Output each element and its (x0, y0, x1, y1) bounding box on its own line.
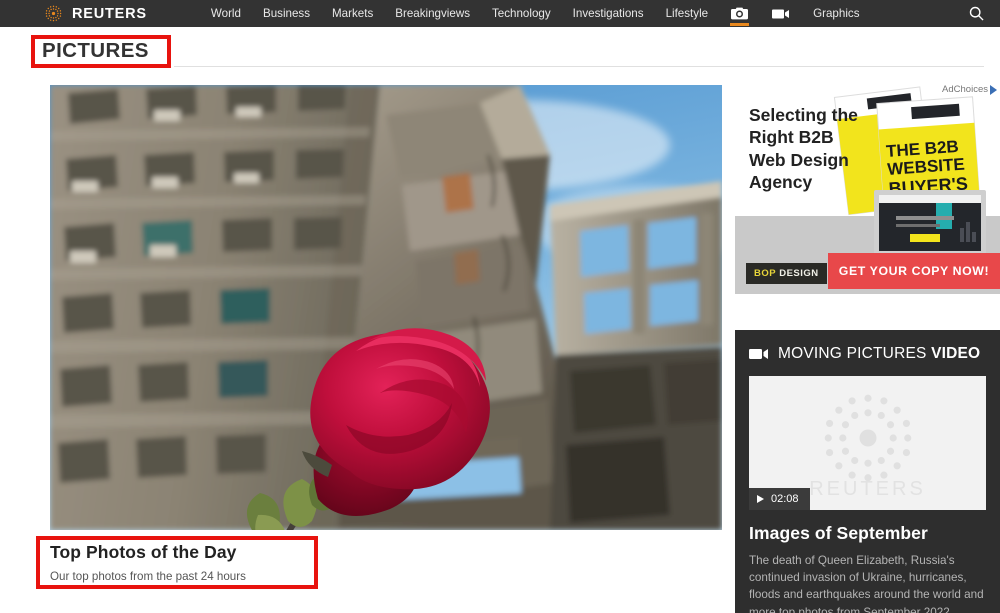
ad-brand-design: DESIGN (779, 268, 819, 279)
ad-brand-bop: BOP (754, 268, 777, 279)
video-section-header: MOVING PICTURES VIDEO (749, 342, 986, 366)
video-duration-badge: 02:08 (749, 488, 810, 510)
nav-label: Lifestyle (665, 7, 709, 20)
page-title: PICTURES (42, 39, 149, 62)
right-rail: AdChoices Selecting the Right B2B Web De… (735, 82, 1000, 613)
search-icon (969, 6, 984, 21)
ad-cta-button[interactable]: GET YOUR COPY NOW! (828, 253, 1000, 289)
video-title[interactable]: Images of September (749, 523, 986, 544)
main-nav-links: World Business Markets Breakingviews Tec… (200, 0, 871, 27)
hero-photo-image (50, 85, 722, 530)
play-icon (757, 495, 764, 503)
nav-label: World (210, 7, 241, 20)
ad-advertiser-logo: BOP DESIGN (746, 263, 827, 284)
moving-pictures-video-card: MOVING PICTURES VIDEO REUTERS 02:08 Imag… (735, 330, 1000, 613)
nav-item-technology[interactable]: Technology (481, 0, 562, 27)
title-divider (174, 66, 984, 67)
nav-item-lifestyle[interactable]: Lifestyle (655, 0, 720, 27)
adchoices-label: AdChoices (942, 84, 988, 95)
video-camera-icon (749, 349, 768, 359)
nav-item-video[interactable] (760, 0, 802, 27)
nav-label: Graphics (813, 7, 860, 20)
adchoices-button[interactable]: AdChoices (942, 84, 997, 95)
video-duration-label: 02:08 (771, 493, 799, 505)
hero-caption-title: Top Photos of the Day (50, 542, 237, 562)
nav-label: Technology (492, 7, 551, 20)
nav-item-world[interactable]: World (200, 0, 252, 27)
nav-item-investigations[interactable]: Investigations (562, 0, 655, 27)
brand-name: REUTERS (72, 5, 147, 22)
nav-item-pictures[interactable] (719, 0, 760, 27)
hero-photo[interactable] (50, 85, 722, 530)
search-button[interactable] (962, 0, 990, 27)
reuters-dot-logo-watermark-icon (824, 394, 911, 481)
nav-label: Investigations (572, 7, 644, 20)
camera-icon (731, 7, 749, 20)
video-camera-icon (772, 9, 790, 18)
nav-label: Markets (332, 7, 374, 20)
nav-item-graphics[interactable]: Graphics (802, 0, 870, 27)
video-description: The death of Queen Elizabeth, Russia's c… (749, 552, 986, 613)
nav-item-business[interactable]: Business (252, 0, 321, 27)
nav-item-markets[interactable]: Markets (321, 0, 384, 27)
adchoices-triangle-icon (990, 84, 997, 95)
reuters-brand-link[interactable]: REUTERS (44, 4, 147, 23)
hero-caption[interactable]: Top Photos of the Day Our top photos fro… (50, 542, 450, 583)
nav-label: Breakingviews (395, 7, 470, 20)
nav-label: Business (262, 7, 311, 20)
nav-item-breakingviews[interactable]: Breakingviews (384, 0, 481, 27)
ad-headline: Selecting the Right B2B Web Design Agenc… (749, 105, 858, 193)
video-watermark-text: REUTERS (809, 477, 926, 500)
video-thumbnail[interactable]: REUTERS 02:08 (749, 376, 986, 510)
video-section-label-bold: VIDEO (931, 345, 981, 362)
advertisement[interactable]: AdChoices Selecting the Right B2B Web De… (735, 82, 1000, 294)
top-navigation-bar: REUTERS World Business Markets Breakingv… (0, 0, 1000, 27)
hero-caption-subtitle: Our top photos from the past 24 hours (50, 570, 246, 583)
video-section-label-regular: MOVING PICTURES (778, 345, 927, 362)
video-description-text: The death of Queen Elizabeth, Russia's c… (749, 554, 984, 613)
video-section-label: MOVING PICTURES VIDEO (778, 345, 980, 363)
reuters-dot-logo-icon (45, 5, 62, 22)
